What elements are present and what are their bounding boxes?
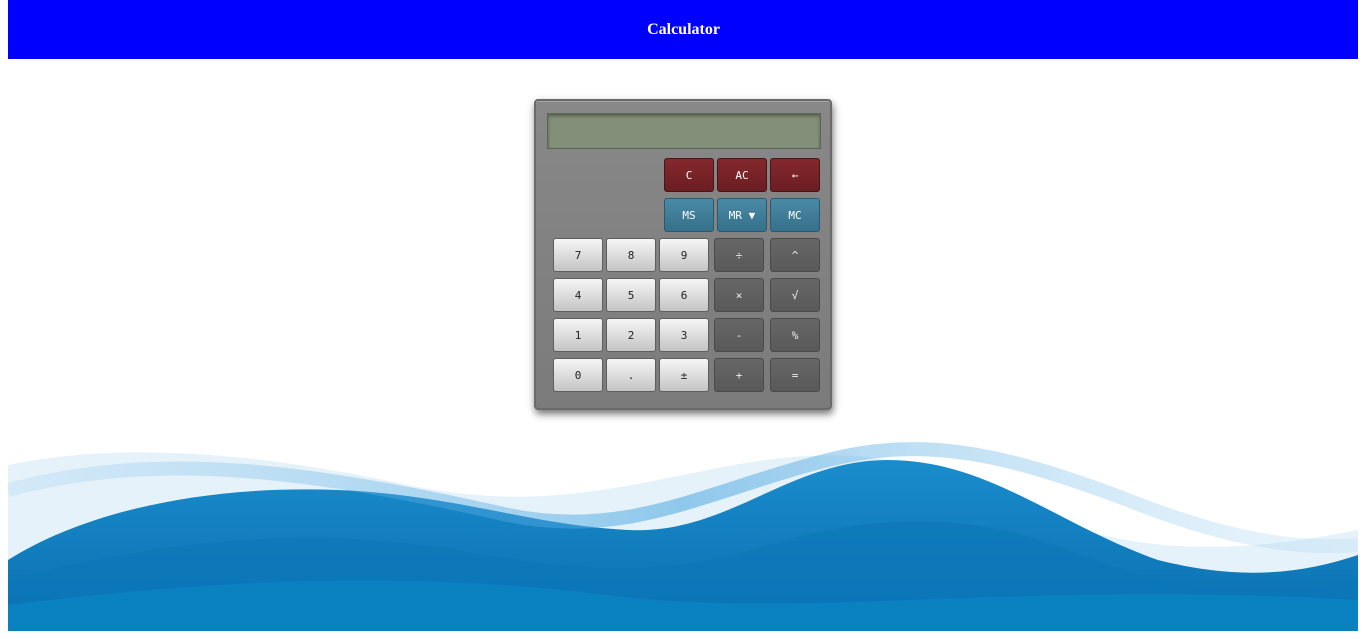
clear-button[interactable]: C: [664, 158, 714, 192]
key-7[interactable]: 7: [553, 238, 603, 272]
power-button[interactable]: ^: [770, 238, 820, 272]
memory-store-button[interactable]: MS: [664, 198, 714, 232]
key-6[interactable]: 6: [659, 278, 709, 312]
all-clear-button[interactable]: AC: [717, 158, 767, 192]
multiply-button[interactable]: ×: [714, 278, 764, 312]
minus-button[interactable]: -: [714, 318, 764, 352]
plus-minus-button[interactable]: ±: [659, 358, 709, 392]
backspace-button[interactable]: ←: [770, 158, 820, 192]
plus-button[interactable]: +: [714, 358, 764, 392]
decimal-button[interactable]: .: [606, 358, 656, 392]
key-3[interactable]: 3: [659, 318, 709, 352]
page-title: Calculator: [647, 20, 720, 38]
key-8[interactable]: 8: [606, 238, 656, 272]
divide-button[interactable]: ÷: [714, 238, 764, 272]
page: Calculator C AC ← MS MR ▼ MC 7 8 9 ÷ ^ 4…: [0, 0, 1366, 639]
percent-button[interactable]: %: [770, 318, 820, 352]
calculator-display: [547, 113, 821, 149]
key-9[interactable]: 9: [659, 238, 709, 272]
square-root-button[interactable]: √: [770, 278, 820, 312]
calculator: C AC ← MS MR ▼ MC 7 8 9 ÷ ^ 4 5 6 × √ 1 …: [534, 99, 832, 410]
key-1[interactable]: 1: [553, 318, 603, 352]
header-bar: Calculator: [8, 0, 1358, 59]
wave-background-image: [8, 442, 1358, 631]
key-0[interactable]: 0: [553, 358, 603, 392]
key-4[interactable]: 4: [553, 278, 603, 312]
memory-recall-button[interactable]: MR ▼: [717, 198, 767, 232]
equals-button[interactable]: =: [770, 358, 820, 392]
memory-clear-button[interactable]: MC: [770, 198, 820, 232]
key-2[interactable]: 2: [606, 318, 656, 352]
key-5[interactable]: 5: [606, 278, 656, 312]
